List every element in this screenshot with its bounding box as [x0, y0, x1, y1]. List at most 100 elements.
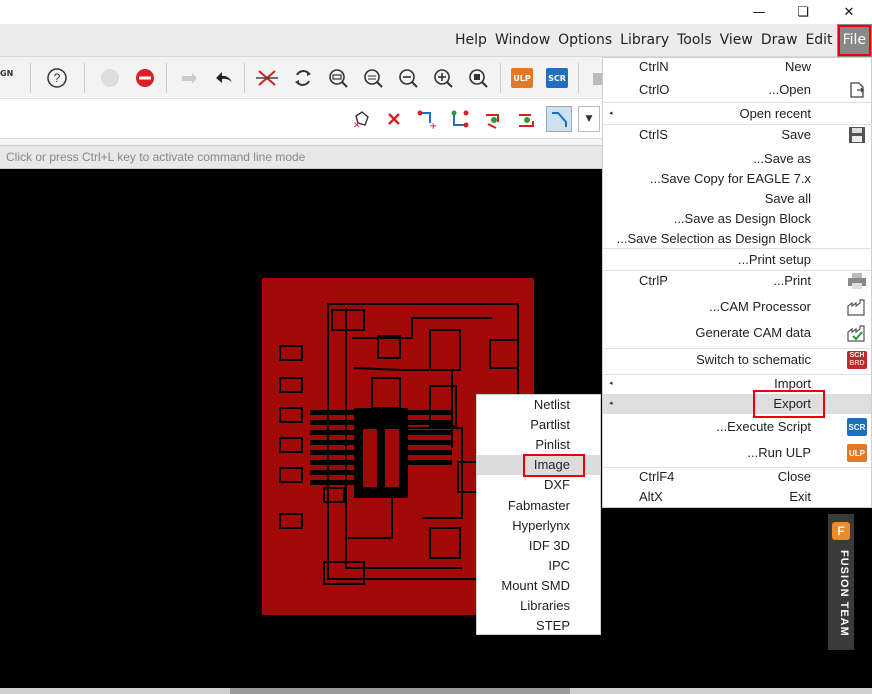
zoom-out-icon[interactable] [395, 65, 421, 91]
export-fabmaster[interactable]: Fabmaster [477, 496, 600, 516]
export-pinlist[interactable]: Pinlist [477, 435, 600, 455]
ulp-icon[interactable]: ULP [509, 65, 535, 91]
file-menu-export[interactable]: ◂ Export [603, 390, 871, 418]
route-add-icon[interactable]: + [414, 106, 440, 132]
menu-edit[interactable]: Edit [801, 24, 836, 57]
file-menu-save-as-design-block[interactable]: ...Save as Design Block [603, 209, 871, 229]
menu-bar: File Edit Draw View Tools Library Options Windo… [0, 24, 872, 57]
polygon-icon[interactable]: ✕ [348, 106, 374, 132]
menu-view[interactable]: View [716, 24, 757, 57]
scr-icon[interactable]: SCR [544, 65, 570, 91]
file-menu-open[interactable]: CtrlO ...Open [603, 80, 871, 100]
ripup-icon[interactable] [254, 65, 280, 91]
main-toolbar: GN ? ULP SCR [0, 57, 607, 99]
menu-tools[interactable]: Tools [673, 24, 716, 57]
menu-label: Save all [764, 191, 811, 206]
fusion-team-label: FUSION TEAM [838, 550, 850, 637]
route-optimize-icon[interactable] [480, 106, 506, 132]
submenu-label: Hyperlynx [512, 517, 570, 533]
export-partlist[interactable]: Partlist [477, 415, 600, 435]
zoom-fit-icon[interactable] [360, 65, 386, 91]
file-menu-new[interactable]: CtrlN New [603, 57, 871, 77]
file-menu-execute-script[interactable]: ...Execute Script SCR [603, 417, 871, 437]
file-menu-save-all[interactable]: Save all [603, 189, 871, 209]
menu-label: Close [777, 469, 811, 484]
route-toolbar: ✕ + ▼ [0, 99, 602, 139]
export-dxf[interactable]: DXF [477, 475, 600, 495]
file-menu-import[interactable]: ◂ Import [603, 374, 871, 394]
submenu-label: Partlist [530, 417, 570, 433]
submenu-arrow-icon: ◂ [609, 380, 613, 387]
file-menu-generate-cam-data[interactable]: Generate CAM data [603, 323, 871, 343]
restore-icon[interactable]: ❏ [788, 2, 818, 22]
file-menu-cam-processor[interactable]: ...CAM Processor [603, 297, 871, 317]
menu-separator [603, 102, 871, 103]
export-libraries[interactable]: Libraries [477, 596, 600, 616]
menu-shortcut: AltX [639, 489, 663, 504]
file-menu-close[interactable]: CtrlF4 Close [603, 467, 871, 487]
route-bend-icon[interactable] [546, 106, 572, 132]
fusion-team-panel[interactable]: F FUSION TEAM [828, 514, 854, 650]
command-line-input[interactable]: Click or press Ctrl+L key to activate co… [0, 145, 602, 169]
fusion-logo: F [832, 522, 850, 540]
help-icon[interactable]: ? [44, 65, 70, 91]
toolbar-divider [578, 63, 579, 93]
export-mount-smd[interactable]: Mount SMD [477, 576, 600, 596]
menu-shortcut: CtrlS [639, 127, 668, 142]
export-hyperlynx[interactable]: Hyperlynx [477, 516, 600, 536]
export-idf-3d[interactable]: IDF 3D [477, 536, 600, 556]
generate-cam-icon [847, 323, 867, 343]
export-netlist[interactable]: Netlist [477, 395, 600, 415]
zoom-redraw-icon[interactable] [465, 65, 491, 91]
file-menu-save-as[interactable]: ...Save as [603, 149, 871, 169]
file-menu-save-selection-as-design-block[interactable]: ...Save Selection as Design Block [603, 229, 871, 249]
menu-label: ...Save as Design Block [673, 211, 811, 226]
file-menu-exit[interactable]: AltX Exit [603, 487, 871, 507]
menu-window[interactable]: Window [491, 24, 554, 57]
file-menu-print-setup[interactable]: ...Print setup [603, 250, 871, 270]
menu-draw[interactable]: Draw [757, 24, 802, 57]
submenu-arrow-icon: ◂ [609, 110, 613, 117]
menu-label: Switch to schematic [696, 352, 811, 367]
submenu-label: Fabmaster [507, 497, 570, 513]
file-menu-run-ulp[interactable]: ...Run ULP ULP [603, 443, 871, 463]
export-image[interactable]: Image [477, 454, 600, 478]
submenu-label: Libraries [520, 598, 570, 613]
toolbar-divider [84, 63, 85, 93]
stop-icon[interactable] [132, 65, 158, 91]
horizontal-scrollbar[interactable] [0, 688, 872, 694]
ratsnest-icon[interactable] [290, 65, 316, 91]
menu-separator [603, 348, 871, 349]
submenu-label: DXF [544, 477, 570, 493]
submenu-label: IPC [548, 557, 570, 573]
file-menu-open-recent[interactable]: ◂ Open recent [603, 104, 871, 124]
menu-label: Open recent [739, 106, 811, 121]
route-multi-icon[interactable] [447, 106, 473, 132]
undo-icon[interactable] [212, 65, 238, 91]
file-menu-switch-to-schematic[interactable]: Switch to schematic SCH BRD [603, 350, 871, 370]
file-menu-save[interactable]: CtrlS Save [603, 125, 871, 145]
export-ipc[interactable]: IPC [477, 556, 600, 576]
close-icon[interactable]: ✕ [834, 2, 864, 22]
title-bar: — ❏ ✕ [0, 0, 872, 24]
file-menu-print[interactable]: CtrlP ...Print [603, 271, 871, 291]
ripup-all-icon[interactable] [381, 106, 407, 132]
ulp-icon: ULP [847, 443, 867, 463]
menu-help[interactable]: Help [451, 24, 491, 57]
scrollbar-thumb[interactable] [230, 688, 570, 694]
menu-options[interactable]: Options [554, 24, 616, 57]
export-highlight-box [753, 390, 825, 418]
submenu-label: Mount SMD [501, 577, 570, 593]
route-walkaround-icon[interactable] [513, 106, 539, 132]
minimize-icon[interactable]: — [744, 2, 774, 22]
submenu-label: STEP [536, 618, 570, 634]
zoom-in-icon[interactable] [430, 65, 456, 91]
menu-library[interactable]: Library [616, 24, 673, 57]
svg-text:✕: ✕ [353, 121, 361, 130]
export-step[interactable]: STEP [477, 616, 600, 636]
bend-style-dropdown[interactable]: ▼ [578, 106, 600, 132]
menu-file[interactable]: File [836, 24, 872, 57]
submenu-label: IDF 3D [528, 537, 570, 553]
zoom-select-icon[interactable] [325, 65, 351, 91]
file-menu-save-copy-for-eagle-7-x[interactable]: ...Save Copy for EAGLE 7.x [603, 169, 871, 189]
